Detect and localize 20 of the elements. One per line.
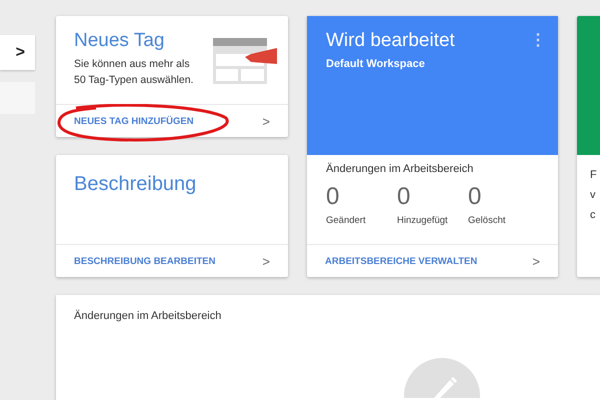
card-title: Neues Tag bbox=[74, 30, 166, 52]
workspace-title: Wird bearbeitet bbox=[326, 30, 455, 52]
stat-value: 0 bbox=[468, 183, 482, 211]
stat-label: Geändert bbox=[326, 215, 367, 226]
card-text: F bbox=[590, 169, 598, 181]
changes-heading: Änderungen im Arbeitsbereich bbox=[326, 163, 474, 175]
panel-title: Änderungen im Arbeitsbereich bbox=[74, 310, 222, 322]
card-description: Sie können aus mehr als 50 Tag-Typen auswählen. bbox=[74, 57, 194, 88]
stat-value: 0 bbox=[326, 183, 340, 211]
stat-value: 0 bbox=[397, 183, 412, 211]
manage-workspaces-link[interactable]: ARBEITSBEREICHE VERWALTEN > bbox=[307, 244, 558, 277]
stat-label: Gelöscht bbox=[468, 215, 506, 226]
card-text: c bbox=[590, 209, 596, 221]
workspace-name: Default Workspace bbox=[326, 58, 426, 70]
expand-button[interactable]: > bbox=[0, 35, 35, 70]
card-text: v bbox=[590, 189, 596, 201]
stat-label: Hinzugefügt bbox=[397, 215, 449, 226]
edit-description-link[interactable]: BESCHREIBUNG BEARBEITEN > bbox=[56, 244, 288, 277]
add-tag-link[interactable]: NEUES TAG HINZUFÜGEN > bbox=[56, 104, 288, 137]
card-title: Beschreibung bbox=[74, 173, 198, 196]
